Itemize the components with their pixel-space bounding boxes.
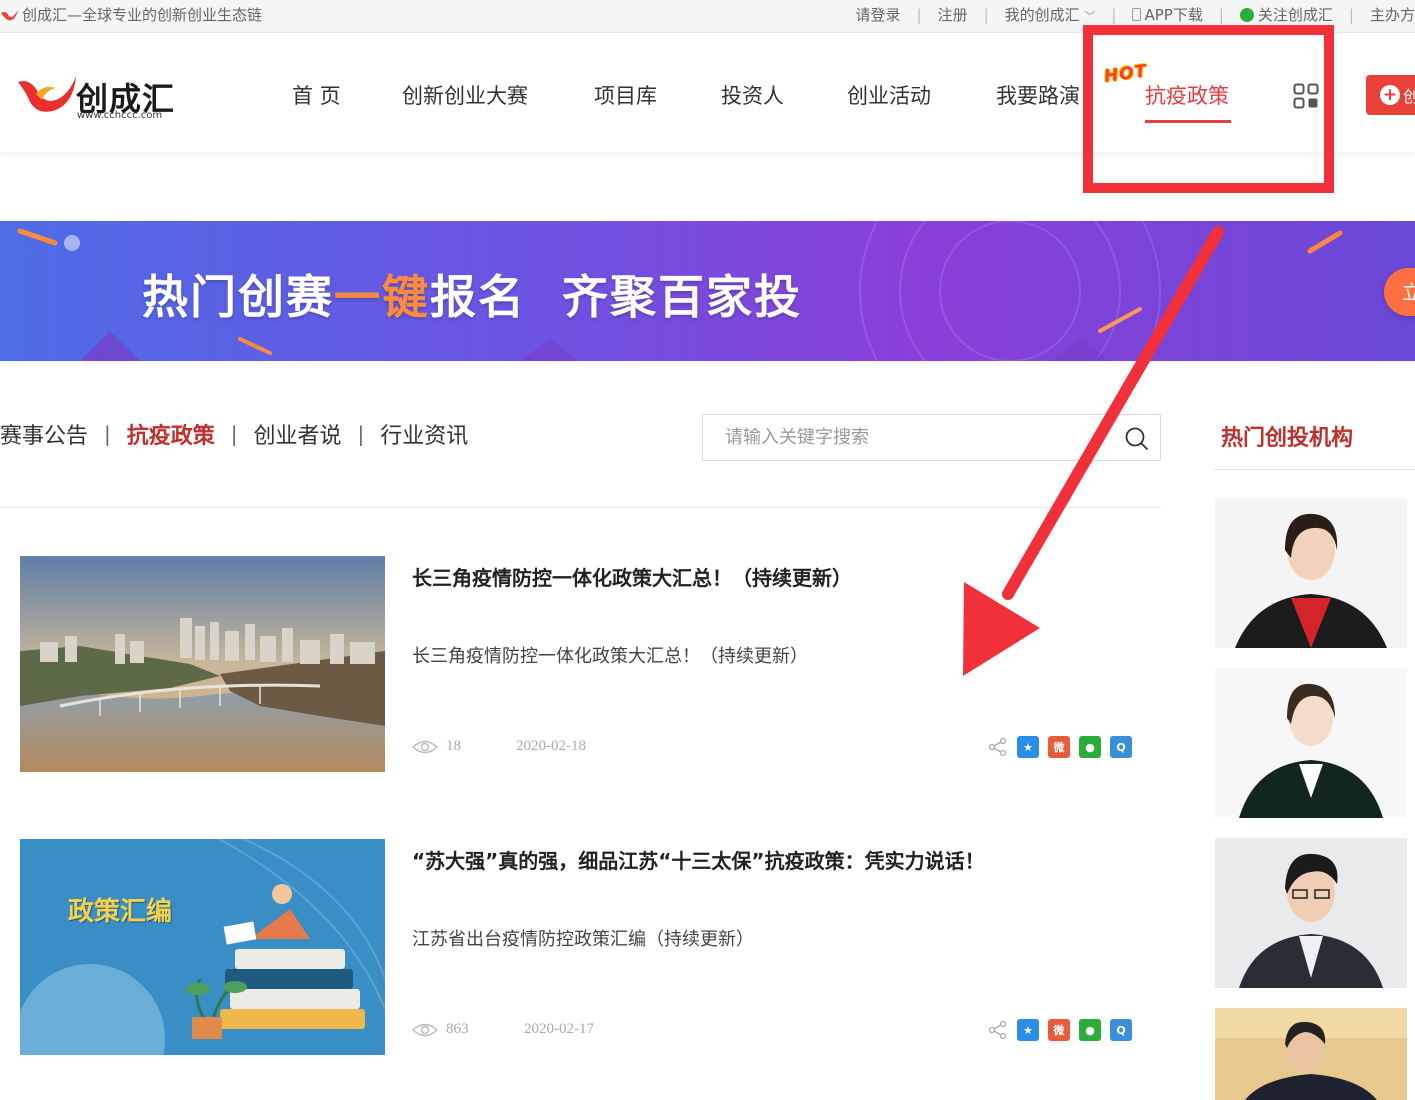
investor-photo <box>1215 838 1407 988</box>
qzone-icon[interactable]: ★ <box>1017 1019 1039 1041</box>
investor-card[interactable] <box>1215 838 1407 988</box>
nav-investors[interactable]: 投资人 <box>721 80 784 110</box>
share-icon[interactable] <box>988 737 1008 757</box>
investor-card[interactable] <box>1215 1008 1407 1100</box>
wechat-share-icon[interactable]: ● <box>1079 736 1101 758</box>
separator: | <box>104 422 111 446</box>
search-icon[interactable] <box>1124 426 1150 452</box>
investor-photo <box>1215 498 1407 648</box>
share-bar: ★ 微 ● Q <box>988 1019 1132 1041</box>
article-title[interactable]: 长三角疫情防控一体化政策大汇总！（持续更新） <box>412 562 852 591</box>
article-meta: 18 2020-02-18 <box>412 738 586 755</box>
login-link[interactable]: 请登录 <box>839 4 916 25</box>
weibo-icon[interactable]: 微 <box>1048 1019 1070 1041</box>
create-button[interactable]: + 创 <box>1366 75 1415 115</box>
category-tabs: 赛事公告 | 抗疫政策 | 创业者说 | 行业资讯 <box>0 418 468 450</box>
investor-photo <box>1215 668 1407 818</box>
publish-date: 2020-02-18 <box>516 738 586 754</box>
app-download-label: APP下载 <box>1144 6 1203 24</box>
site-logo[interactable]: 创成汇 www.cchccc.com <box>16 72 176 122</box>
investor-card[interactable] <box>1215 498 1407 648</box>
banner-title: 热门创赛一键报名 齐聚百家投 <box>142 261 802 327</box>
separator: | <box>357 422 365 446</box>
wechat-share-icon[interactable]: ● <box>1079 1019 1101 1041</box>
nav-roadshow[interactable]: 我要路演 <box>996 80 1082 110</box>
city-river-image <box>20 556 385 772</box>
my-account-label: 我的创成汇 <box>1004 6 1080 24</box>
tab-announcements[interactable]: 赛事公告 <box>0 418 88 450</box>
wechat-icon <box>1239 8 1254 22</box>
article-summary: 江苏省出台疫情防控政策汇编（持续更新） <box>412 929 754 950</box>
nav-home[interactable]: 首 页 <box>292 80 341 110</box>
banner-title-accent: 一键 <box>334 270 430 324</box>
article-thumbnail[interactable] <box>20 556 385 772</box>
article-item[interactable]: 长三角疫情防控一体化政策大汇总！（持续更新） 长三角疫情防控一体化政策大汇总！（… <box>20 556 1161 772</box>
plus-icon: + <box>1380 85 1400 105</box>
tab-covid-policy[interactable]: 抗疫政策 <box>127 418 215 450</box>
view-count: 863 <box>446 1021 469 1037</box>
qzone-icon[interactable]: ★ <box>1017 736 1039 758</box>
thumbnail-caption: 政策汇编 <box>68 897 173 927</box>
top-links: 请登录 | 注册 | 我的创成汇 ﹀ | APP下载 | 关注创成汇 | 主办方 <box>839 4 1415 25</box>
promo-banner[interactable]: 热门创赛一键报名 齐聚百家投 立 <box>0 221 1415 361</box>
chevron-down-icon: ﹀ <box>1084 10 1096 23</box>
article-summary: 长三角疫情防控一体化政策大汇总！（持续更新） <box>412 646 808 667</box>
eye-icon <box>412 740 438 753</box>
sidebar-title: 热门创投机构 <box>1221 426 1354 451</box>
search-box <box>702 414 1161 461</box>
my-account-dropdown[interactable]: 我的创成汇 ﹀ <box>989 4 1112 25</box>
sidebar-divider <box>1214 469 1415 470</box>
share-bar: ★ 微 ● Q <box>988 736 1132 758</box>
content-divider <box>0 507 1161 508</box>
logo-bird-icon <box>18 76 76 112</box>
organizer-link[interactable]: 主办方 <box>1354 4 1415 25</box>
article-thumbnail[interactable]: 政策汇编 <box>20 839 385 1055</box>
annotation-highlight-box <box>1083 25 1334 193</box>
app-download-link[interactable]: APP下载 <box>1116 4 1218 25</box>
search-input[interactable] <box>703 415 1103 460</box>
follow-link[interactable]: 关注创成汇 <box>1224 4 1349 25</box>
logo-mini-icon <box>1 9 18 20</box>
nav-projects[interactable]: 项目库 <box>594 80 657 110</box>
investor-photo <box>1215 1008 1407 1100</box>
article-item[interactable]: 政策汇编 “苏大强”真的强，细品江苏“十三太保”抗疫政策：凭实力说话！ 江苏省出… <box>20 839 1161 1055</box>
qq-icon[interactable]: Q <box>1110 736 1132 758</box>
separator: | <box>230 422 238 446</box>
article-title[interactable]: “苏大强”真的强，细品江苏“十三太保”抗疫政策：凭实力说话！ <box>412 845 985 874</box>
nav-competition[interactable]: 创新创业大赛 <box>402 80 528 110</box>
share-icon[interactable] <box>988 1020 1008 1040</box>
qq-icon[interactable]: Q <box>1110 1019 1132 1041</box>
create-button-label: 创 <box>1403 87 1415 106</box>
tab-entrepreneur-talks[interactable]: 创业者说 <box>254 418 342 450</box>
article-meta: 863 2020-02-17 <box>412 1021 594 1038</box>
nav-events[interactable]: 创业活动 <box>847 80 931 110</box>
investor-card[interactable] <box>1215 668 1407 818</box>
banner-title-part1: 热门创赛 <box>142 270 334 324</box>
follow-label: 关注创成汇 <box>1257 6 1333 24</box>
policy-illustration-image <box>20 839 385 1055</box>
logo-url: www.cchccc.com <box>77 110 163 121</box>
view-count: 18 <box>446 738 461 754</box>
site-slogan: 创成汇—全球专业的创新创业生态链 <box>0 4 262 25</box>
eye-icon <box>412 1023 438 1036</box>
tab-industry-news[interactable]: 行业资讯 <box>380 418 468 450</box>
weibo-icon[interactable]: 微 <box>1048 736 1070 758</box>
publish-date: 2020-02-17 <box>524 1021 594 1037</box>
slogan-text: 创成汇—全球专业的创新创业生态链 <box>22 6 263 24</box>
register-link[interactable]: 注册 <box>922 4 984 25</box>
banner-title-part2: 报名 齐聚百家投 <box>430 270 803 324</box>
phone-icon <box>1132 8 1142 21</box>
